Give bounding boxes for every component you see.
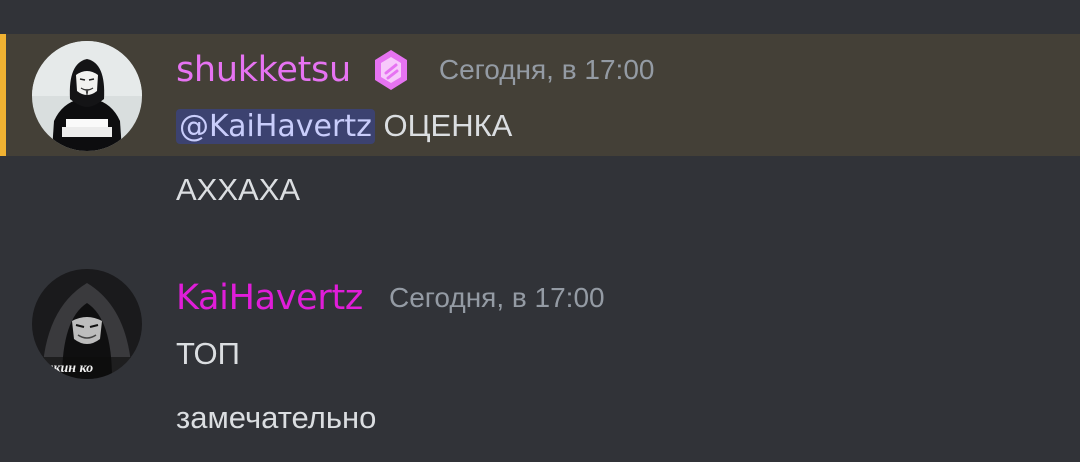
message-text: ОЦЕНКА xyxy=(374,108,513,143)
chat-messages: shukketsu Сегодня, в 17:00 @KaiHavertz О… xyxy=(0,0,1080,462)
message-content: @KaiHavertz ОЦЕНКА xyxy=(176,104,512,149)
avatar-shukketsu[interactable] xyxy=(32,41,142,151)
message-group-kaihavertz: чкин ко KaiHavertz Сегодня, в 17:00 ТОП … xyxy=(0,262,1080,462)
message-header: shukketsu Сегодня, в 17:00 xyxy=(176,46,654,94)
message-content: АХХАХА xyxy=(176,172,301,207)
message-timestamp: Сегодня, в 17:00 xyxy=(389,282,605,313)
username[interactable]: KaiHavertz xyxy=(176,274,363,322)
message-timestamp: Сегодня, в 17:00 xyxy=(438,54,655,85)
user-mention[interactable]: @KaiHavertz xyxy=(176,109,375,144)
gem-badge-icon[interactable] xyxy=(373,48,409,92)
message-content: ТОП xyxy=(176,336,240,371)
message-group-shukketsu: shukketsu Сегодня, в 17:00 @KaiHavertz О… xyxy=(0,34,1080,207)
avatar-caption: чкин ко xyxy=(46,361,93,376)
avatar-kaihavertz[interactable]: чкин ко xyxy=(32,269,142,379)
message-header: KaiHavertz Сегодня, в 17:00 xyxy=(176,274,605,322)
mention-highlight-bar xyxy=(0,34,6,156)
message-content: замечательно xyxy=(176,400,377,435)
username[interactable]: shukketsu xyxy=(176,46,351,94)
